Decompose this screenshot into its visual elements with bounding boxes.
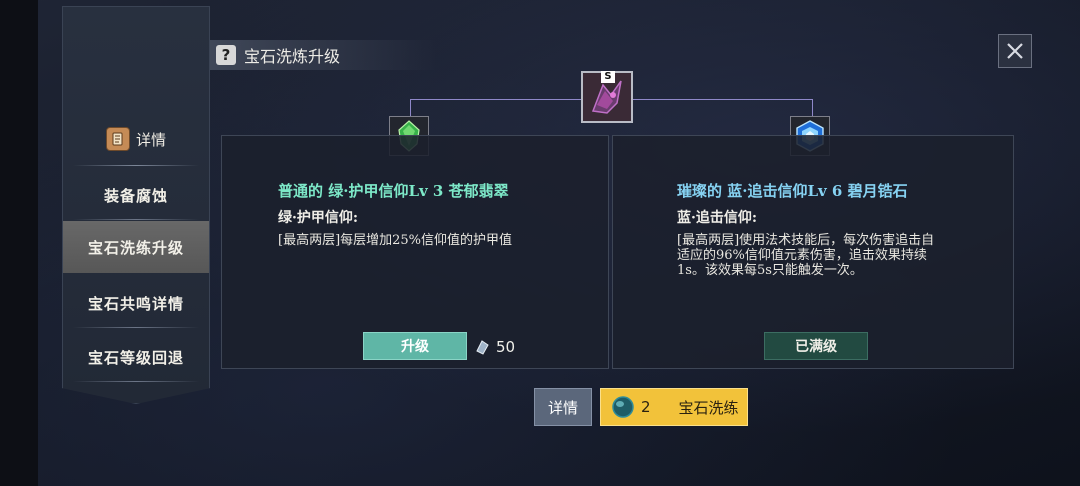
sidebar-header-label: 详情 [135,130,166,149]
detail-button[interactable]: 详情 [534,388,592,426]
material-icon [476,340,489,355]
gem-effect-description: [最高两层]每层增加25%信仰值的护甲值 [278,233,513,248]
sidebar-header: 详情 [63,119,209,159]
connector-line [812,99,813,117]
teal-gem-icon [612,396,634,418]
gem-effect-name: 绿·护甲信仰: [278,210,359,226]
sidebar-item-label: 宝石共鸣详情 [87,294,184,313]
close-button[interactable] [998,34,1032,68]
upgrade-cost: 50 [474,338,515,356]
question-icon[interactable]: ? [216,45,236,65]
sidebar-item-gem-level-rollback[interactable]: 宝石等级回退 [63,331,209,383]
refine-button-label: 宝石洗练 [678,398,739,417]
gem-title: 璀璨的 蓝·追击信仰Lv 6 碧月锆石 [677,182,908,200]
sidebar-item-label: 宝石等级回退 [87,348,184,367]
top-gem-slot[interactable]: S [581,71,633,123]
title-bar: ? 宝石洗炼升级 [210,40,436,70]
gem-title: 普通的 绿·护甲信仰Lv 3 苍郁翡翠 [278,182,509,200]
sidebar: 详情 装备腐蚀 宝石洗练升级 宝石共鸣详情 宝石等级回退 [62,6,210,404]
sidebar-item-equipment-corrosion[interactable]: 装备腐蚀 [63,169,209,221]
sidebar-item-gem-resonance[interactable]: 宝石共鸣详情 [63,277,209,329]
gem-effect-description: [最高两层]使用法术技能后，每次伤害追击自适应的96%信仰值元素伤害，追击效果持… [677,233,935,278]
connector-line [410,99,411,117]
right-gem-panel: 璀璨的 蓝·追击信仰Lv 6 碧月锆石 蓝·追击信仰: [最高两层]使用法术技能… [612,135,1014,369]
detail-button-label: 详情 [547,398,578,417]
sidebar-item-label: 宝石洗练升级 [87,238,184,257]
divider [73,219,199,220]
page-title: 宝石洗炼升级 [244,47,341,66]
left-edge [0,0,38,486]
cost-value: 50 [496,338,516,356]
refine-count: 2 [641,398,651,416]
upgrade-button-label: 升级 [401,339,429,355]
grade-badge: S [601,71,615,83]
gem-effect-name: 蓝·追击信仰: [677,210,758,226]
sidebar-item-gem-refine-upgrade[interactable]: 宝石洗练升级 [63,221,209,273]
divider [73,327,199,328]
scroll-icon [105,127,130,151]
max-level-label: 已满级 [795,339,837,355]
divider [73,165,199,166]
divider [73,381,199,382]
gem-refine-button[interactable]: 2 宝石洗练 [600,388,748,426]
left-gem-panel: 普通的 绿·护甲信仰Lv 3 苍郁翡翠 绿·护甲信仰: [最高两层]每层增加25… [221,135,609,369]
max-level-button[interactable]: 已满级 [764,332,868,360]
sidebar-item-label: 装备腐蚀 [103,186,168,205]
close-icon [1007,43,1023,59]
upgrade-button[interactable]: 升级 [363,332,467,360]
